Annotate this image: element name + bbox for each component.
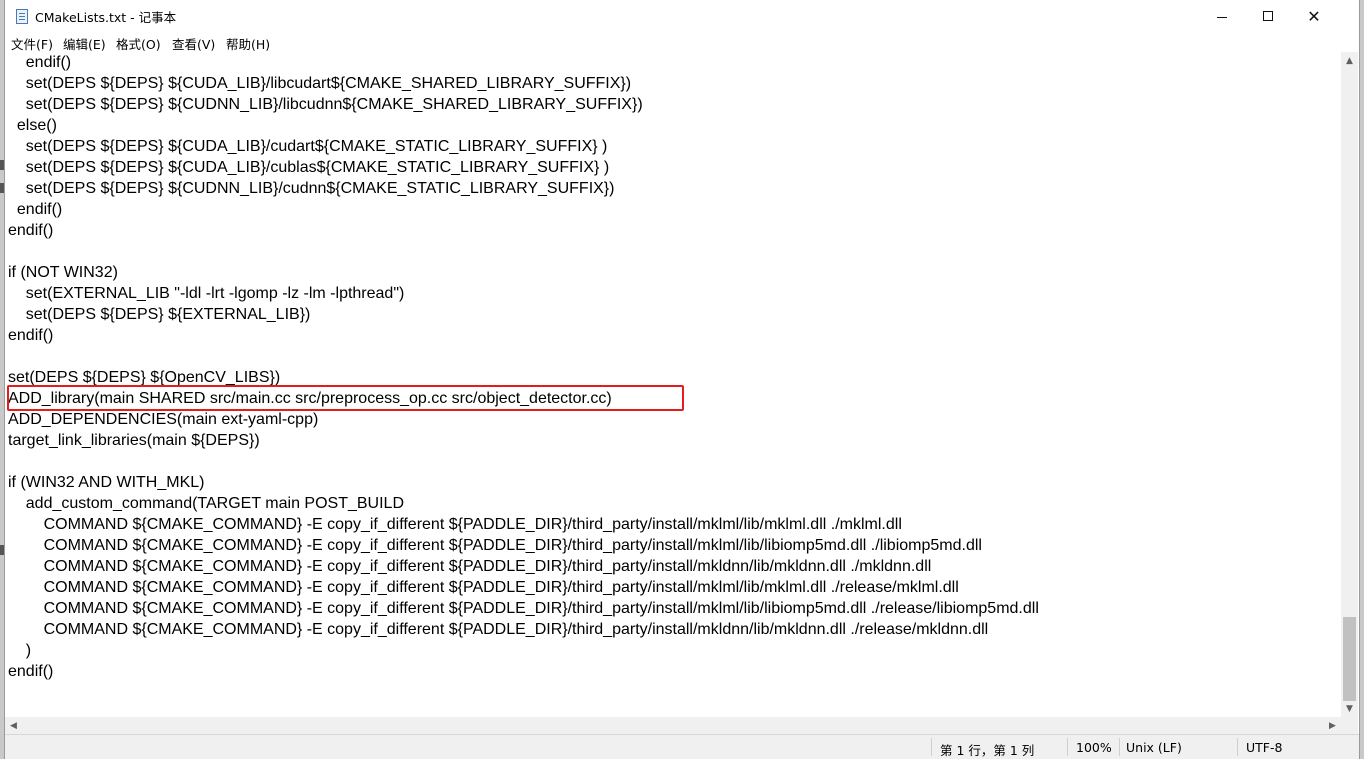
text-editor-area[interactable]: endif() set(DEPS ${DEPS} ${CUDA_LIB}/lib…	[5, 52, 1341, 717]
code-line: set(DEPS ${DEPS} ${CUDNN_LIB}/cudnn${CMA…	[8, 180, 615, 197]
window-title: CMakeLists.txt - 记事本	[35, 10, 177, 25]
code-line: ADD_DEPENDENCIES(main ext-yaml-cpp)	[8, 411, 319, 428]
status-divider	[1067, 738, 1068, 756]
code-line: )	[8, 642, 32, 659]
code-line: COMMAND ${CMAKE_COMMAND} -E copy_if_diff…	[8, 516, 902, 533]
notepad-icon	[16, 9, 28, 24]
menu-edit[interactable]: 编辑(E)	[63, 34, 106, 53]
code-line: endif()	[8, 54, 72, 71]
status-divider	[1119, 738, 1120, 756]
menu-view[interactable]: 查看(V)	[172, 34, 215, 53]
maximize-button[interactable]	[1245, 0, 1291, 32]
code-line: set(DEPS ${DEPS} ${CUDA_LIB}/cublas${CMA…	[8, 159, 610, 176]
code-line: endif()	[8, 201, 63, 218]
notepad-window: CMakeLists.txt - 记事本 ✕ 文件(F) 编辑(E) 格式(O)…	[4, 0, 1360, 759]
code-line: else()	[8, 117, 57, 134]
scroll-left-icon[interactable]: ◀	[5, 717, 22, 734]
menu-file[interactable]: 文件(F)	[11, 34, 53, 53]
code-line: COMMAND ${CMAKE_COMMAND} -E copy_if_diff…	[8, 579, 959, 596]
status-divider	[931, 738, 932, 756]
code-line: endif()	[8, 663, 54, 680]
code-line: COMMAND ${CMAKE_COMMAND} -E copy_if_diff…	[8, 537, 982, 554]
code-line: COMMAND ${CMAKE_COMMAND} -E copy_if_diff…	[8, 621, 989, 638]
menu-help[interactable]: 帮助(H)	[226, 34, 270, 53]
code-line: endif()	[8, 222, 54, 239]
scrollbar-corner	[1341, 717, 1358, 734]
code-line: set(DEPS ${DEPS} ${CUDNN_LIB}/libcudnn${…	[8, 96, 643, 113]
zoom-level: 100%	[1076, 740, 1112, 755]
close-button[interactable]: ✕	[1291, 0, 1337, 32]
minimize-icon	[1217, 16, 1227, 18]
minimize-button[interactable]	[1199, 0, 1245, 32]
code-line: if (NOT WIN32)	[8, 264, 118, 281]
code-line: set(EXTERNAL_LIB "-ldl -lrt -lgomp -lz -…	[8, 285, 405, 302]
code-line: COMMAND ${CMAKE_COMMAND} -E copy_if_diff…	[8, 600, 1039, 617]
title-bar[interactable]: CMakeLists.txt - 记事本 ✕	[5, 0, 1359, 32]
cursor-position: 第 1 行，第 1 列	[940, 743, 1035, 758]
file-encoding: UTF-8	[1246, 740, 1283, 755]
status-divider	[1237, 738, 1238, 756]
line-ending: Unix (LF)	[1126, 740, 1182, 755]
vertical-scrollbar[interactable]: ▲ ▼	[1341, 52, 1358, 717]
red-highlight-box	[7, 385, 684, 411]
scroll-down-icon[interactable]: ▼	[1341, 700, 1358, 717]
code-line: add_custom_command(TARGET main POST_BUIL…	[8, 495, 404, 512]
code-line: if (WIN32 AND WITH_MKL)	[8, 474, 205, 491]
maximize-icon	[1263, 11, 1273, 21]
menu-format[interactable]: 格式(O)	[116, 34, 161, 53]
vertical-scroll-thumb[interactable]	[1343, 617, 1356, 701]
scroll-right-icon[interactable]: ▶	[1324, 717, 1341, 734]
close-icon: ✕	[1307, 6, 1321, 26]
code-line: target_link_libraries(main ${DEPS})	[8, 432, 260, 449]
status-bar: 第 1 行，第 1 列 100% Unix (LF) UTF-8	[5, 734, 1359, 759]
code-line: set(DEPS ${DEPS} ${CUDA_LIB}/libcudart${…	[8, 75, 632, 92]
code-line: COMMAND ${CMAKE_COMMAND} -E copy_if_diff…	[8, 558, 932, 575]
code-line: endif()	[8, 327, 54, 344]
code-line: set(DEPS ${DEPS} ${CUDA_LIB}/cudart${CMA…	[8, 138, 608, 155]
menu-bar: 文件(F) 编辑(E) 格式(O) 查看(V) 帮助(H)	[5, 32, 1359, 52]
code-line: set(DEPS ${DEPS} ${EXTERNAL_LIB})	[8, 306, 311, 323]
horizontal-scrollbar[interactable]: ◀ ▶	[5, 717, 1341, 734]
scroll-up-icon[interactable]: ▲	[1341, 52, 1358, 69]
